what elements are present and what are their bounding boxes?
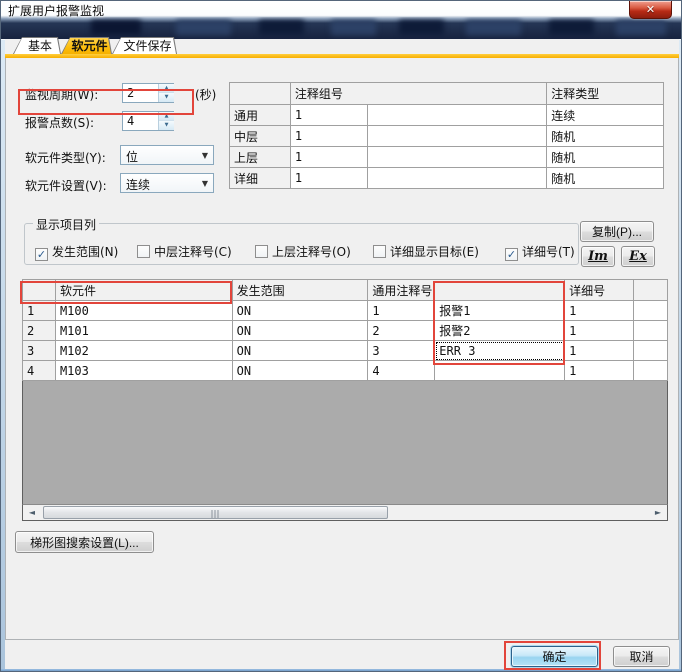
device-tab-panel: 监视周期(W): 2 ▲ ▼ (秒) 报警点数(S): 4 ▲ ▼ 软元件类型(… xyxy=(5,58,679,640)
copy-button[interactable]: 复制(P)... xyxy=(580,221,654,242)
spin-down-icon[interactable]: ▼ xyxy=(159,121,174,130)
table-row[interactable]: 1 M100 ON 1 报警1 1 xyxy=(23,301,668,321)
device-setting-label: 软元件设置(V): xyxy=(25,177,107,194)
detail-no-header: 详细号 xyxy=(565,280,634,301)
close-button[interactable]: ✕ xyxy=(629,1,672,19)
checkbox-icon: ✓ xyxy=(35,248,48,261)
chevron-down-icon: ▼ xyxy=(202,179,208,188)
close-icon: ✕ xyxy=(646,3,655,16)
spin-up-icon[interactable]: ▲ xyxy=(159,84,174,93)
table-row[interactable]: 4 M103 ON 4 1 xyxy=(23,361,668,381)
checkbox-icon xyxy=(373,245,386,258)
spin-up-icon[interactable]: ▲ xyxy=(159,112,174,121)
export-button[interactable]: Ex xyxy=(621,246,655,267)
checkbox-occurrence-range[interactable]: ✓发生范围(N) xyxy=(35,243,118,257)
tab-device[interactable]: 软元件 xyxy=(61,37,112,54)
device-setting-select[interactable]: 连续 ▼ xyxy=(120,173,214,193)
comment-type-header: 注释类型 xyxy=(547,83,664,105)
comment-group-no-header: 注释组号 xyxy=(290,83,546,105)
display-items-group: 显示项目列 ✓发生范围(N) 中层注释号(C) 上层注释号(O) 详细显示目标(… xyxy=(24,223,579,265)
checkbox-icon xyxy=(255,245,268,258)
display-items-title: 显示项目列 xyxy=(33,216,99,233)
table-row[interactable]: 通用 1 连续 xyxy=(230,105,664,126)
table-row[interactable]: 详细 1 随机 xyxy=(230,168,664,189)
alarm-points-spinner[interactable]: 4 ▲ ▼ xyxy=(122,111,174,131)
table-row[interactable]: 上层 1 随机 xyxy=(230,147,664,168)
table-empty-area xyxy=(22,381,668,505)
cancel-button[interactable]: 取消 xyxy=(613,646,670,667)
chevron-down-icon: ▼ xyxy=(202,151,208,160)
tab-basic[interactable]: 基本 xyxy=(13,37,61,54)
focused-cell[interactable]: ERR 3 xyxy=(435,341,565,361)
scroll-left-icon[interactable]: ◄ xyxy=(24,506,40,519)
alarm-points-label: 报警点数(S): xyxy=(25,114,94,131)
ladder-search-settings-button[interactable]: 梯形图搜索设置(L)... xyxy=(15,531,154,553)
device-type-label: 软元件类型(Y): xyxy=(25,149,106,166)
monitor-cycle-unit: (秒) xyxy=(195,86,216,103)
table-row[interactable]: 2 M101 ON 2 报警2 1 xyxy=(23,321,668,341)
comment-no-header: 通用注释号 xyxy=(368,280,565,301)
ok-button[interactable]: 确定 xyxy=(511,646,598,667)
checkbox-detail-display-target[interactable]: 详细显示目标(E) xyxy=(373,243,479,257)
dialog-content: 基本 软元件 文件保存 监视周期(W): 2 ▲ ▼ (秒) 报警点数(S): xyxy=(5,39,679,669)
tab-strip: 基本 软元件 文件保存 xyxy=(5,37,679,54)
range-header: 发生范围 xyxy=(232,280,368,301)
checkbox-icon xyxy=(137,245,150,258)
scroll-right-icon[interactable]: ► xyxy=(650,506,666,519)
background-app-blur xyxy=(1,17,682,39)
import-button[interactable]: Im xyxy=(581,246,615,267)
comment-group-table: 注释组号 注释类型 通用 1 连续 中层 1 随机 上层 1 xyxy=(229,82,664,189)
device-table: 软元件 发生范围 通用注释号 详细号 1 M100 ON 1 报警1 1 2 xyxy=(22,279,668,381)
device-type-select[interactable]: 位 ▼ xyxy=(120,145,214,165)
spin-down-icon[interactable]: ▼ xyxy=(159,93,174,102)
table-row[interactable]: 中层 1 随机 xyxy=(230,126,664,147)
title-bar: 扩展用户报警监视 ✕ xyxy=(1,1,682,39)
checkbox-icon: ✓ xyxy=(505,248,518,261)
checkbox-upper-comment-no[interactable]: 上层注释号(O) xyxy=(255,243,351,257)
horizontal-scrollbar[interactable]: ◄ ► xyxy=(22,504,668,521)
dialog-extended-user-alarm-monitor: 扩展用户报警监视 ✕ 基本 软元件 文件保存 监视周期(W): 2 xyxy=(0,0,682,672)
table-row[interactable]: 3 M102 ON 3 ERR 3 1 xyxy=(23,341,668,361)
scrollbar-thumb[interactable] xyxy=(43,506,388,519)
checkbox-middle-comment-no[interactable]: 中层注释号(C) xyxy=(137,243,232,257)
checkbox-detail-no[interactable]: ✓详细号(T) xyxy=(505,243,575,257)
monitor-cycle-label: 监视周期(W): xyxy=(25,86,98,103)
tab-file-save[interactable]: 文件保存 xyxy=(112,37,177,54)
monitor-cycle-spinner[interactable]: 2 ▲ ▼ xyxy=(122,83,174,103)
window-title: 扩展用户报警监视 xyxy=(8,2,104,19)
device-header: 软元件 xyxy=(55,280,232,301)
